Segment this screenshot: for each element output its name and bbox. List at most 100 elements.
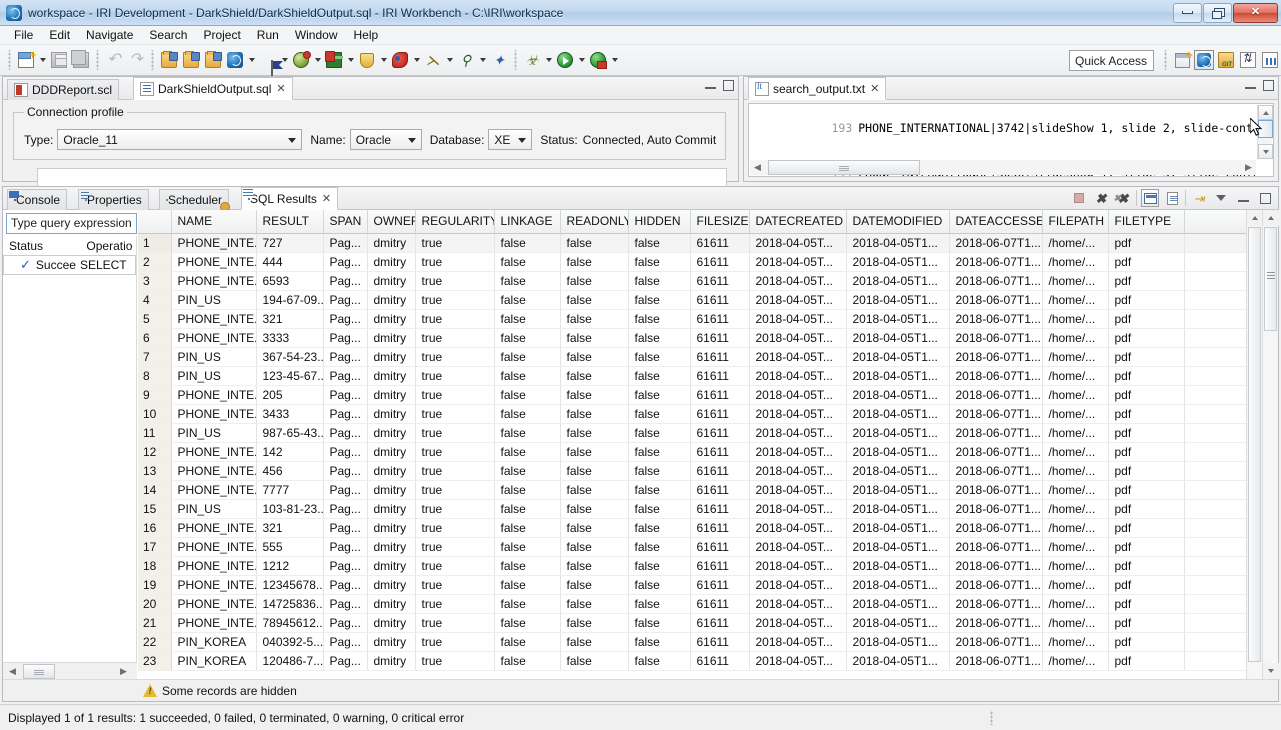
toolbar-grip[interactable] [7, 50, 12, 70]
view-menu-icon[interactable] [1212, 189, 1230, 207]
tab-darkshield-output[interactable]: DarkShieldOutput.sql ✕ [133, 77, 293, 100]
col-header-span[interactable]: SPAN [323, 210, 368, 234]
close-icon[interactable]: ✕ [322, 192, 331, 205]
iri-workbench-icon[interactable] [224, 49, 246, 71]
close-icon[interactable]: ✕ [276, 82, 285, 95]
run-icon[interactable] [554, 49, 576, 71]
table-row[interactable]: 21 PHONE_INTE... 78945612... Pag... dmitry tr… [138, 613, 1251, 633]
col-header-filepath[interactable]: FILEPATH [1042, 210, 1109, 234]
flag-icon[interactable] [257, 49, 279, 76]
scroll-up-icon[interactable] [1247, 210, 1263, 226]
grid-vertical-scrollbar-inner[interactable] [1246, 210, 1263, 679]
results-grid[interactable]: NAME RESULT SPAN OWNER REGULARITY LINKAG… [138, 210, 1278, 679]
books-icon[interactable] [323, 49, 345, 71]
minimize-icon[interactable] [705, 81, 716, 90]
sql-query-input[interactable] [37, 168, 727, 188]
operation-column-header[interactable]: Operatio [86, 239, 136, 253]
debug-dropdown-icon[interactable] [543, 49, 554, 71]
table-row[interactable]: 15 PIN_US 103-81-23... Pag... dmitry true fals… [138, 499, 1251, 519]
table-row[interactable]: 8 PIN_US 123-45-67... Pag... dmitry true false… [138, 366, 1251, 386]
table-row[interactable]: 3 PHONE_INTE... 6593 Pag... dmitry true false f… [138, 271, 1251, 291]
col-header-linkage[interactable]: LINKAGE [494, 210, 561, 234]
table-row[interactable]: 11 PIN_US 987-65-43... Pag... dmitry true fals… [138, 423, 1251, 443]
grid-vertical-scrollbar-outer[interactable] [1262, 210, 1279, 679]
scroll-right-icon[interactable]: ▶ [1241, 160, 1256, 175]
scroll-thumb[interactable] [23, 664, 55, 679]
remove-icon[interactable]: ✖ [1092, 189, 1110, 207]
minimize-icon[interactable] [1245, 81, 1256, 90]
text-editor-horizontal-scrollbar[interactable]: ◀ ▶ [750, 160, 1256, 175]
menu-search[interactable]: Search [141, 27, 195, 43]
new-document-dropdown-icon[interactable] [37, 49, 48, 71]
col-header-blank[interactable] [1184, 210, 1251, 234]
microscope-dropdown-icon[interactable] [477, 49, 488, 71]
col-header-datecreated[interactable]: DATECREATED [749, 210, 847, 234]
database-combo[interactable]: XE [488, 129, 533, 150]
sync-perspective-icon[interactable] [1237, 49, 1259, 71]
books-dropdown-icon[interactable] [345, 49, 356, 71]
maximize-icon[interactable] [1256, 189, 1274, 207]
shield-icon[interactable] [356, 49, 378, 71]
new-document-icon[interactable] [15, 48, 37, 71]
table-row[interactable]: 5 PHONE_INTE... 321 Pag... dmitry true false fa… [138, 309, 1251, 329]
open-folder-icon[interactable] [158, 49, 180, 71]
col-header-filesize[interactable]: FILESIZE [690, 210, 750, 234]
save-all-icon[interactable] [70, 49, 92, 71]
table-row[interactable]: 9 PHONE_INTE... 205 Pag... dmitry true false fa… [138, 385, 1251, 405]
tab-properties[interactable]: Properties [78, 189, 149, 210]
fit-columns-icon[interactable]: ⇥ [1190, 189, 1208, 207]
name-combo[interactable]: Oracle [349, 129, 422, 150]
table-row[interactable]: 22 PIN_KOREA 040392-5... Pag... dmitry true fa… [138, 632, 1251, 652]
text-editor-content[interactable]: 193 PHONE_INTERNATIONAL|3742|slideShow 1,… [748, 103, 1274, 177]
toolbar-grip-2[interactable] [95, 50, 100, 70]
menu-window[interactable]: Window [287, 27, 346, 43]
menu-navigate[interactable]: Navigate [78, 27, 141, 43]
tab-sql-results[interactable]: SQL Results ✕ [241, 187, 339, 210]
toolbar-grip-3[interactable] [150, 50, 155, 70]
open-folder-import-icon[interactable] [180, 49, 202, 71]
minimize-button[interactable] [1173, 2, 1202, 23]
col-header-rownum[interactable] [138, 210, 172, 234]
col-header-filetype[interactable]: FILETYPE [1108, 210, 1185, 234]
open-folder-export-icon[interactable] [202, 49, 224, 71]
col-header-name[interactable]: NAME [171, 210, 257, 234]
run-external-dropdown-icon[interactable] [609, 49, 620, 71]
table-row[interactable]: 2 PHONE_INTE... 444 Pag... dmitry true false fa… [138, 252, 1251, 272]
col-header-datemodified[interactable]: DATEMODIFIED [846, 210, 950, 234]
run-dropdown-icon[interactable] [576, 49, 587, 71]
menu-run[interactable]: Run [249, 27, 287, 43]
col-header-dateaccessed[interactable]: DATEACCESSED [949, 210, 1043, 234]
table-row[interactable]: 17 PHONE_INTE... 555 Pag... dmitry true false f… [138, 537, 1251, 557]
col-header-regularity[interactable]: REGULARITY [415, 210, 495, 234]
status-list-item[interactable]: ✓ Succee SELECT [3, 255, 136, 275]
col-header-hidden[interactable]: HIDDEN [628, 210, 691, 234]
table-row[interactable]: 7 PIN_US 367-54-23... Pag... dmitry true false… [138, 347, 1251, 367]
col-header-readonly[interactable]: READONLY [560, 210, 629, 234]
menu-project[interactable]: Project [195, 27, 248, 43]
tab-scheduler[interactable]: Scheduler [159, 189, 230, 210]
grid-view-icon[interactable] [1141, 189, 1159, 207]
scroll-thumb[interactable] [1248, 227, 1261, 662]
table-row[interactable]: 19 PHONE_INTE... 12345678... Pag... dmitry tr… [138, 575, 1251, 595]
table-row[interactable]: 14 PHONE_INTE... 7777 Pag... dmitry true false… [138, 480, 1251, 500]
scroll-right-icon[interactable]: ▶ [116, 664, 131, 679]
quick-access-input[interactable]: Quick Access [1069, 49, 1154, 71]
maximize-button[interactable] [1203, 2, 1232, 23]
microscope-icon[interactable]: ⚲ [455, 49, 477, 71]
shield-dropdown-icon[interactable] [378, 49, 389, 71]
table-row[interactable]: 1 PHONE_INTE... 727 Pag... dmitry true false fa… [138, 233, 1251, 253]
maximize-icon[interactable] [723, 80, 734, 91]
table-row[interactable]: 23 PIN_KOREA 120486-7... Pag... dmitry true fa… [138, 651, 1251, 671]
close-button[interactable]: ✕ [1233, 2, 1278, 23]
table-row[interactable]: 20 PHONE_INTE... 14725836... Pag... dmitry tr… [138, 594, 1251, 614]
debug-icon[interactable]: ☣ [521, 49, 543, 71]
report-perspective-icon[interactable] [1259, 49, 1281, 71]
menu-file[interactable]: File [6, 27, 41, 43]
redo-icon[interactable]: ↷ [125, 49, 147, 71]
tab-search-output[interactable]: search_output.txt ✕ [748, 77, 887, 100]
fish-icon[interactable] [389, 49, 411, 71]
scroll-thumb[interactable] [1264, 227, 1277, 331]
ant-dropdown-icon[interactable] [444, 49, 455, 71]
wand-icon[interactable]: ✦ [488, 49, 510, 71]
undo-icon[interactable]: ↶ [103, 49, 125, 71]
